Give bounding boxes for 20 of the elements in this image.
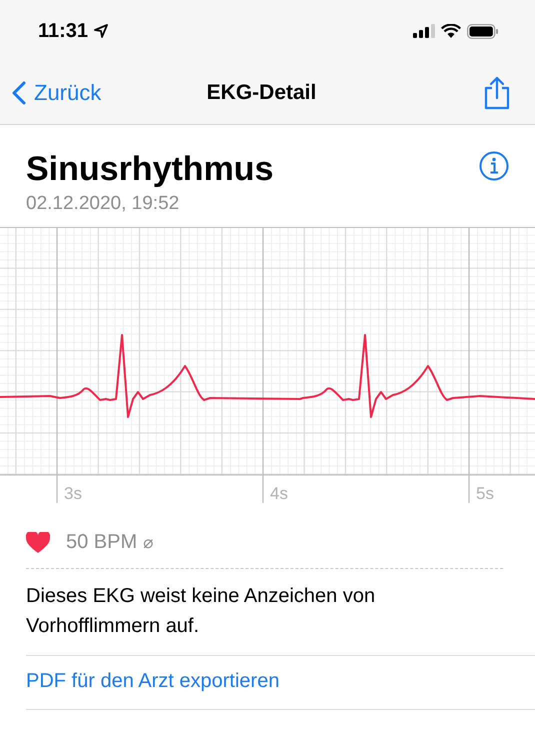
nav-title: EKG-Detail [206, 81, 316, 105]
signal-icon [413, 24, 435, 38]
info-icon[interactable] [479, 151, 509, 181]
export-pdf-link[interactable]: PDF für den Arzt exportieren [26, 656, 535, 710]
result-text: Dieses EKG weist keine Anzeichen von Vorhofflimmern auf. [26, 569, 535, 656]
back-link[interactable]: Zurück [12, 80, 207, 106]
heart-icon [26, 532, 50, 553]
chevron-left-icon [12, 81, 26, 105]
heart-rate: 50 BPM [66, 531, 138, 554]
rhythm-title: Sinusrhythmus [26, 149, 274, 189]
average-symbol: ⌀ [143, 532, 154, 552]
location-arrow-icon [94, 24, 108, 38]
wifi-icon [441, 24, 461, 38]
time-label: 5s [476, 484, 494, 503]
time-label: 3s [64, 484, 82, 503]
share-icon[interactable] [483, 76, 511, 110]
time-label: 4s [270, 484, 288, 503]
status-time: 11:31 [38, 20, 88, 42]
recording-date: 02.12.2020, 19:52 [26, 193, 180, 215]
battery-icon [467, 24, 499, 38]
